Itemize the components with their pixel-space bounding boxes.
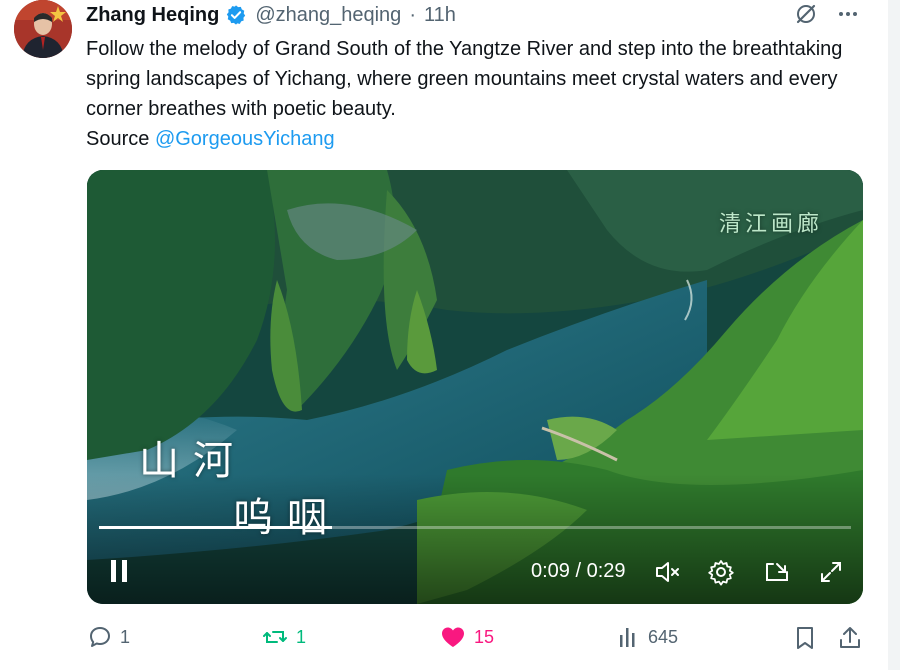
repost-icon — [263, 631, 287, 643]
mute-button[interactable] — [653, 558, 681, 586]
source-line: Source @GorgeousYichang — [86, 124, 846, 154]
video-controls: 0:09 / 0:29 — [87, 540, 863, 604]
more-icon — [839, 12, 857, 16]
heart-icon — [442, 627, 464, 647]
video-corner-caption: 清江画廊 — [718, 212, 823, 237]
pip-icon — [766, 563, 788, 581]
settings-button[interactable] — [707, 558, 735, 586]
view-count: 645 — [648, 626, 679, 647]
post-header: Zhang Heqing @zhang_heqing · 11h — [86, 2, 456, 28]
author-name[interactable]: Zhang Heqing — [86, 4, 219, 27]
author-handle[interactable]: @zhang_heqing — [255, 4, 401, 27]
post-text-block: Follow the melody of Grand South of the … — [86, 34, 846, 154]
reply-count: 1 — [120, 626, 131, 647]
source-mention-link[interactable]: @GorgeousYichang — [155, 128, 335, 150]
video-time-separator: / — [575, 560, 582, 582]
share-button[interactable] — [838, 625, 862, 651]
fullscreen-icon — [821, 562, 841, 582]
avatar[interactable] — [14, 0, 72, 58]
avatar-image — [14, 0, 72, 58]
volume-muted-icon — [656, 562, 679, 582]
more-button[interactable] — [836, 2, 860, 26]
video-duration: 0:29 — [586, 560, 626, 582]
like-button[interactable]: 15 — [440, 625, 494, 649]
video-caption-line2: 呜咽 — [233, 495, 341, 541]
post-actions-bar: 1 1 15 645 — [86, 625, 866, 655]
fullscreen-button[interactable] — [817, 558, 845, 586]
video-player[interactable]: 山河 呜咽 清江画廊 0:09 / 0:29 — [87, 170, 863, 604]
verified-badge-icon — [227, 5, 246, 25]
repost-button[interactable]: 1 — [262, 625, 306, 649]
pause-icon — [111, 560, 127, 582]
video-time-display: 0:09 / 0:29 — [531, 560, 626, 583]
header-separator: · — [409, 3, 416, 26]
share-icon — [840, 627, 860, 648]
bookmark-icon — [797, 627, 813, 649]
repost-count: 1 — [296, 626, 307, 647]
video-progress-bar[interactable] — [99, 526, 851, 529]
pause-button[interactable] — [107, 558, 133, 584]
post-top-actions — [794, 2, 860, 26]
video-current-time: 0:09 — [531, 560, 570, 582]
post-text: Follow the melody of Grand South of the … — [86, 38, 843, 120]
grok-icon — [796, 4, 816, 24]
grok-button[interactable] — [794, 2, 818, 26]
post-time[interactable]: 11h — [424, 4, 456, 27]
reply-icon — [90, 627, 110, 647]
like-count: 15 — [474, 626, 495, 647]
bookmark-button[interactable] — [794, 625, 816, 651]
views-button[interactable]: 645 — [618, 625, 678, 649]
picture-in-picture-button[interactable] — [763, 558, 791, 586]
page-edge — [888, 0, 900, 670]
views-icon — [620, 628, 635, 647]
video-progress-fill — [99, 526, 333, 529]
video-caption-line1: 山河 — [139, 438, 247, 484]
source-prefix: Source — [86, 128, 150, 150]
gear-icon — [708, 560, 734, 586]
reply-button[interactable]: 1 — [88, 625, 130, 649]
